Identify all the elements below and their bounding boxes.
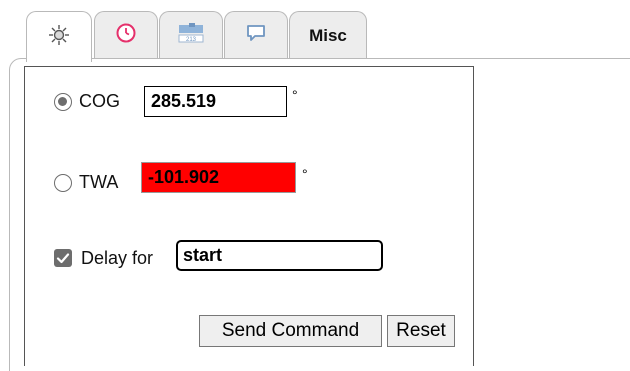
reset-button[interactable]: Reset [387,315,455,347]
tab-sun[interactable] [26,11,92,62]
tab-display[interactable]: 213 [159,11,223,59]
cog-radio[interactable] [54,93,72,111]
delay-label: Delay for [81,248,154,268]
delay-checkbox[interactable] [54,249,72,267]
twa-unit: ° [302,166,308,182]
twa-input[interactable]: -101.902 [141,162,296,193]
tab-message[interactable] [224,11,288,59]
sun-icon [47,23,71,52]
display-icon: 213 [177,21,205,50]
tab-misc[interactable]: Misc [289,11,367,59]
svg-text:213: 213 [186,37,197,43]
send-command-button[interactable]: Send Command [199,315,382,347]
twa-radio[interactable] [54,174,72,192]
command-panel: 213 Misc COG 285.519 ° TWA -101.902 ° De… [0,0,630,371]
twa-label: TWA [79,172,119,192]
checkmark-icon [56,253,70,264]
cog-input[interactable]: 285.519 [144,86,287,117]
clock-icon [114,21,138,50]
tab-clock[interactable] [94,11,158,59]
delay-input[interactable]: start [176,240,383,271]
cog-unit: ° [292,87,298,103]
speech-bubble-icon [244,21,268,50]
tab-misc-label: Misc [309,25,347,45]
cog-label: COG [79,91,121,111]
